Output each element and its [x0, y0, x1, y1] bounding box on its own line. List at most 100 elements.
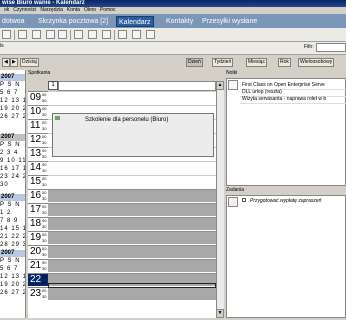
note-item[interactable]: DLL urlop (reszta)	[242, 89, 282, 95]
folder-combo[interactable]: ls	[0, 43, 14, 52]
minute-label: 30	[42, 280, 47, 285]
minute-label: 30	[42, 98, 47, 103]
note-item[interactable]: Wizyta serwisanta - naprawa rolet w b	[242, 96, 326, 102]
task-item[interactable]: Przygotować wypłatę zapraszeń	[250, 198, 321, 204]
forward-arrow-icon[interactable]: ▶	[10, 58, 18, 67]
hour-label: 16 00 30	[28, 189, 48, 202]
main-toolbar	[0, 28, 346, 42]
multi-user-view-button[interactable]: Wieloosobowy	[298, 58, 335, 67]
week-row[interactable]: 9 10 11	[0, 158, 25, 165]
task-checkbox[interactable]	[242, 198, 246, 202]
menu-item-tools[interactable]: Narzędzia	[40, 7, 63, 13]
notes-icon[interactable]	[102, 30, 111, 39]
tab-mailbox[interactable]: Skrzynka pocztowa [2]	[36, 16, 110, 27]
week-row[interactable]: 5 6 7	[0, 266, 25, 273]
week-row[interactable]: 14 15 16	[0, 226, 25, 233]
day-view-button[interactable]: Dzień	[186, 58, 203, 67]
notes-list-icon[interactable]	[228, 80, 238, 90]
clock-icon[interactable]	[32, 30, 41, 39]
minute-label: 00	[42, 204, 47, 209]
menu-item-file[interactable]: ok	[4, 7, 9, 13]
grid-icon[interactable]	[118, 30, 127, 39]
today-button[interactable]: Dzisiaj	[20, 58, 39, 67]
hour-label: 22 00 30	[28, 273, 48, 286]
time-slot[interactable]	[48, 245, 216, 258]
filter-input[interactable]	[316, 43, 346, 52]
hour-label: 14 00 30	[28, 161, 48, 174]
time-slot[interactable]	[48, 161, 216, 174]
current-time-slot[interactable]	[48, 283, 216, 288]
delete-icon[interactable]	[46, 30, 55, 39]
print-icon[interactable]	[18, 30, 27, 39]
month-view-button[interactable]: Miesiąc	[246, 58, 267, 67]
help-icon[interactable]	[146, 30, 155, 39]
minute-label: 00	[42, 120, 47, 125]
address-book-icon[interactable]	[88, 30, 97, 39]
back-arrow-icon[interactable]: ◀	[2, 58, 10, 67]
hour-number: 15	[30, 176, 42, 187]
week-row[interactable]: 16 17 18	[0, 166, 25, 173]
flag-icon[interactable]	[58, 30, 67, 39]
task-list-icon[interactable]	[228, 197, 238, 207]
weekday-row: P S N	[0, 258, 21, 264]
hour-label: 09 00 30	[28, 91, 48, 104]
tab-home[interactable]: dotwoa	[0, 16, 27, 27]
year-view-button[interactable]: Rok	[278, 58, 291, 67]
time-slot[interactable]	[48, 217, 216, 230]
menu-item-actions[interactable]: Czynności	[13, 7, 36, 13]
tab-contacts[interactable]: Kontakty	[164, 16, 195, 27]
minute-label: 00	[42, 260, 47, 265]
calendar-icon[interactable]	[74, 30, 83, 39]
note-divider	[240, 103, 346, 104]
minute-label: 30	[42, 168, 47, 173]
new-item-icon[interactable]	[2, 30, 11, 39]
weekday-row: P S N	[0, 142, 21, 148]
tab-sent-items[interactable]: Przesyłki wysłane	[200, 16, 259, 27]
schedule-scrollbar[interactable]	[216, 81, 224, 318]
week-row[interactable]: 26 27 28	[0, 114, 25, 121]
time-slot[interactable]	[48, 91, 216, 104]
week-row[interactable]: 7 8 9	[0, 218, 25, 225]
minute-label: 30	[42, 126, 47, 131]
menu-item-help[interactable]: Pomoc	[100, 7, 116, 13]
week-row[interactable]: 2 3 4	[0, 150, 25, 157]
time-slot[interactable]	[48, 259, 216, 272]
weekday-row: P S N	[0, 82, 21, 88]
time-slot[interactable]	[48, 231, 216, 244]
month-header: 2007	[0, 134, 25, 141]
week-row[interactable]: 12 13 14	[0, 274, 25, 281]
view-bar: ◀ ▶ Dzisiaj Dzień Tydzień Miesiąc Rok Wi…	[0, 56, 346, 69]
hour-label: 10 00 30	[28, 105, 48, 118]
week-row[interactable]: 19 20 21	[0, 106, 25, 113]
week-row[interactable]: 28 29 30	[0, 242, 25, 249]
hour-label: 17 00 30	[28, 203, 48, 216]
tab-calendar[interactable]: Kalendarz	[116, 16, 154, 27]
time-slot[interactable]	[48, 203, 216, 216]
scroll-down-icon[interactable]: ▼	[216, 309, 224, 318]
week-row[interactable]: 19 20 21	[0, 282, 25, 289]
tasks-header: Zadania	[226, 187, 346, 194]
week-row[interactable]: 1 2	[0, 210, 25, 217]
time-slot[interactable]	[48, 287, 216, 300]
hour-number: 10	[30, 106, 42, 117]
tasks-panel[interactable]	[226, 195, 346, 318]
week-view-button[interactable]: Tydzień	[212, 58, 234, 67]
minute-label: 00	[42, 148, 47, 153]
hour-number: 16	[30, 190, 42, 201]
document-icon[interactable]	[132, 30, 141, 39]
week-row[interactable]: 5 6 7	[0, 90, 25, 97]
week-row[interactable]: 30	[0, 182, 25, 189]
menu-item-accounts[interactable]: Konta	[67, 7, 80, 13]
week-row[interactable]: 12 13 14	[0, 98, 25, 105]
time-slot[interactable]	[48, 175, 216, 188]
date-button[interactable]: 1	[48, 81, 58, 90]
week-row[interactable]: 26 27 28	[0, 290, 25, 297]
time-slot[interactable]	[48, 189, 216, 202]
week-row[interactable]: 23 24 25	[0, 174, 25, 181]
minute-label: 30	[42, 294, 47, 299]
appointment[interactable]: Szkolenie dla personelu (Biuro)	[52, 113, 214, 157]
note-item[interactable]: First Class on Open Enterprise Serve	[242, 82, 325, 88]
week-row[interactable]: 21 22 23	[0, 234, 25, 241]
menu-item-window[interactable]: Okno	[84, 7, 96, 13]
scroll-up-icon[interactable]: ▲	[216, 81, 224, 90]
